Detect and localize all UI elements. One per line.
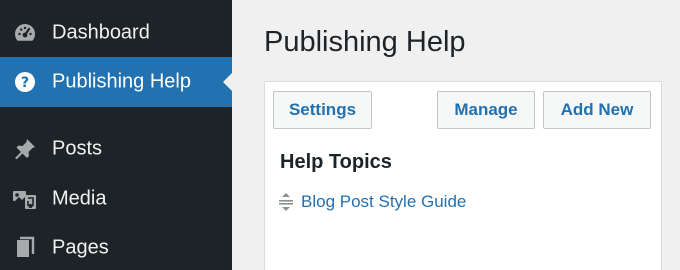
list-item[interactable]: Blog Post Style Guide xyxy=(277,191,466,213)
sidebar-item-label: Media xyxy=(52,187,107,210)
sidebar-item-pages[interactable]: Pages xyxy=(0,223,232,270)
sidebar-item-dashboard[interactable]: Dashboard xyxy=(0,8,232,58)
add-new-button[interactable]: Add New xyxy=(543,91,651,129)
pages-icon xyxy=(12,235,38,261)
main-content: Publishing Help Settings Manage Add New … xyxy=(232,0,680,270)
media-icon xyxy=(12,186,38,212)
svg-text:?: ? xyxy=(21,75,29,91)
manage-button[interactable]: Manage xyxy=(437,91,535,129)
dashboard-icon xyxy=(12,20,38,46)
help-panel: Settings Manage Add New Help Topics Blog… xyxy=(264,81,662,270)
help-topics-heading: Help Topics xyxy=(280,151,392,173)
help-topic-link[interactable]: Blog Post Style Guide xyxy=(301,192,466,212)
sidebar-item-publishing-help[interactable]: ? Publishing Help xyxy=(0,57,232,107)
sidebar-item-label: Posts xyxy=(52,137,103,160)
sidebar-item-label: Dashboard xyxy=(52,21,150,44)
pushpin-icon xyxy=(12,136,38,162)
sidebar-item-media[interactable]: Media xyxy=(0,174,232,224)
sidebar-item-label: Pages xyxy=(52,236,109,259)
help-icon: ? xyxy=(12,69,38,95)
sidebar-item-label: Publishing Help xyxy=(52,70,191,93)
page-title: Publishing Help xyxy=(264,26,466,58)
drag-handle-icon[interactable] xyxy=(277,191,295,213)
settings-button[interactable]: Settings xyxy=(273,91,372,129)
sidebar-item-posts[interactable]: Posts xyxy=(0,124,232,174)
admin-sidebar: Dashboard ? Publishing Help Posts Media … xyxy=(0,0,232,270)
